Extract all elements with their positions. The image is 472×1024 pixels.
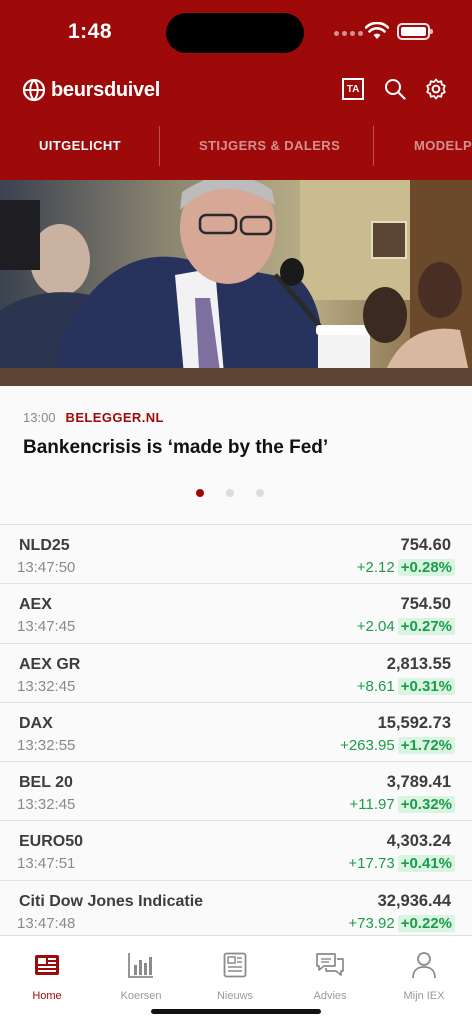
person-icon (412, 952, 436, 979)
tab-uitgelicht[interactable]: UITGELICHT (39, 126, 121, 166)
quote-change: +17.73 +0.41% (348, 855, 455, 873)
dynamic-island (166, 13, 304, 53)
quote-time: 13:47:50 (17, 559, 76, 576)
gear-icon[interactable] (425, 78, 447, 100)
home-indicator[interactable] (151, 1009, 321, 1014)
quote-value: 2,813.55 (386, 654, 451, 673)
quote-change-abs: +11.97 (349, 796, 395, 814)
carousel-dot[interactable] (196, 489, 204, 497)
quote-change: +2.04 +0.27% (356, 618, 455, 636)
quote-row[interactable]: AEX GR 13:32:45 2,813.55 +8.61 +0.31% (0, 642, 472, 702)
logo-text: beursduivel (51, 78, 160, 101)
quote-time: 13:32:45 (17, 677, 76, 695)
quote-change-abs: +2.04 (356, 618, 395, 636)
quote-time: 13:47:51 (17, 855, 76, 873)
quote-row[interactable]: DAX 13:32:55 15,592.73 +263.95 +1.72% (0, 701, 472, 762)
quote-time: 13:32:55 (17, 736, 76, 754)
tabbar-advies[interactable]: Advies (283, 948, 377, 1002)
article-title[interactable]: Bankencrisis is ‘made by the Fed’ (23, 437, 328, 459)
chat-bubbles-icon (316, 953, 344, 976)
quote-change-pct: +0.41% (397, 855, 455, 873)
document-icon (223, 952, 247, 978)
quote-change: +263.95 +1.72% (340, 736, 455, 754)
quote-change-pct: +0.32% (397, 796, 455, 814)
article-time: 13:00 (23, 410, 56, 425)
featured-article[interactable]: 13:00 BELEGGER.NL Bankencrisis is ‘made … (0, 386, 472, 524)
quote-change-abs: +2.12 (356, 559, 395, 576)
quote-time: 13:47:48 (17, 914, 76, 932)
quote-change-pct: +0.27% (397, 618, 455, 636)
quote-change: +73.92 +0.22% (348, 914, 455, 932)
carousel-dot[interactable] (226, 489, 234, 497)
quote-row[interactable]: AEX 13:47:45 754.50 +2.04 +0.27% (0, 583, 472, 643)
quote-change-pct: +0.31% (397, 677, 455, 695)
quote-value: 754.60 (400, 536, 451, 554)
quote-row[interactable]: NLD25 13:47:50 754.60 +2.12 +0.28% (0, 524, 472, 584)
quotes-list: NLD25 13:47:50 754.60 +2.12 +0.28% AEX 1… (0, 524, 472, 940)
quote-name: Citi Dow Jones Indicatie (19, 892, 204, 910)
tabbar-label: Advies (313, 990, 347, 1002)
quote-row[interactable]: Citi Dow Jones Indicatie 13:47:48 32,936… (0, 879, 472, 940)
quote-value: 754.50 (400, 595, 451, 614)
newspaper-icon (35, 955, 59, 975)
globe-icon (22, 78, 46, 102)
quote-change-pct: +0.28% (397, 559, 455, 576)
quote-time: 13:32:45 (17, 796, 76, 814)
tabbar-koersen[interactable]: Koersen (94, 948, 188, 1002)
tab-stijgers-dalers[interactable]: STIJGERS & DALERS (199, 126, 340, 166)
quote-change-pct: +0.22% (397, 914, 455, 932)
tabbar-label: Home (32, 990, 62, 1002)
tabbar-label: Mijn IEX (403, 990, 445, 1002)
quote-change-pct: +1.72% (397, 736, 455, 754)
quote-value: 15,592.73 (377, 713, 451, 732)
status-bar: 1:48 (0, 0, 472, 64)
quote-row[interactable]: EURO50 13:47:51 4,303.24 +17.73 +0.41% (0, 820, 472, 880)
signal-icon (334, 31, 363, 36)
quote-value: 4,303.24 (386, 832, 451, 851)
quote-change: +2.12 +0.28% (357, 559, 455, 576)
quote-name: BEL 20 (19, 774, 73, 792)
featured-article-image[interactable] (0, 180, 472, 386)
tabbar-mijn-iex[interactable]: Mijn IEX (377, 948, 471, 1002)
carousel-dot[interactable] (256, 489, 264, 497)
beursduivel-logo: beursduivel (22, 78, 160, 102)
quote-name: DAX (19, 714, 53, 732)
quote-change: +8.61 +0.31% (356, 677, 455, 695)
tabbar-label: Koersen (120, 990, 162, 1002)
ta-button[interactable]: TA (342, 78, 364, 100)
status-time: 1:48 (68, 20, 113, 43)
quote-change-abs: +263.95 (340, 736, 395, 754)
quote-change-abs: +17.73 (348, 855, 395, 873)
quote-name: AEX GR (19, 655, 81, 673)
quote-change-abs: +73.92 (348, 914, 395, 932)
app-bar: beursduivel TA (0, 70, 472, 110)
quote-time: 13:47:45 (17, 618, 76, 636)
tab-divider (373, 126, 374, 166)
category-tabs: UITGELICHT STIJGERS & DALERS MODELPO (0, 126, 472, 166)
battery-icon (397, 23, 433, 40)
tabbar-label: Nieuws (216, 990, 254, 1002)
wifi-icon (365, 22, 389, 39)
quote-name: AEX (19, 596, 52, 614)
quote-name: EURO50 (19, 833, 84, 851)
carousel-indicator[interactable] (196, 489, 264, 497)
quote-value: 32,936.44 (377, 891, 451, 910)
tab-divider (159, 126, 160, 166)
quote-row[interactable]: BEL 20 13:32:45 3,789.41 +11.97 +0.32% (0, 761, 472, 821)
quote-change-abs: +8.61 (356, 677, 395, 695)
app-header: 1:48 beursduivel TA UITGELICHT STIJGERS … (0, 0, 472, 180)
tab-modelportefeuille[interactable]: MODELPO (414, 126, 472, 166)
quote-name: NLD25 (19, 537, 70, 554)
tabbar-nieuws[interactable]: Nieuws (188, 948, 282, 1002)
quote-change: +11.97 +0.32% (349, 796, 455, 814)
article-source: BELEGGER.NL (65, 410, 164, 425)
tabbar-home[interactable]: Home (0, 948, 94, 1002)
quote-value: 3,789.41 (386, 773, 451, 792)
hearing-photo (0, 180, 472, 386)
bar-chart-icon (128, 953, 153, 978)
search-icon[interactable] (384, 78, 406, 100)
article-meta: 13:00 BELEGGER.NL (23, 410, 164, 425)
